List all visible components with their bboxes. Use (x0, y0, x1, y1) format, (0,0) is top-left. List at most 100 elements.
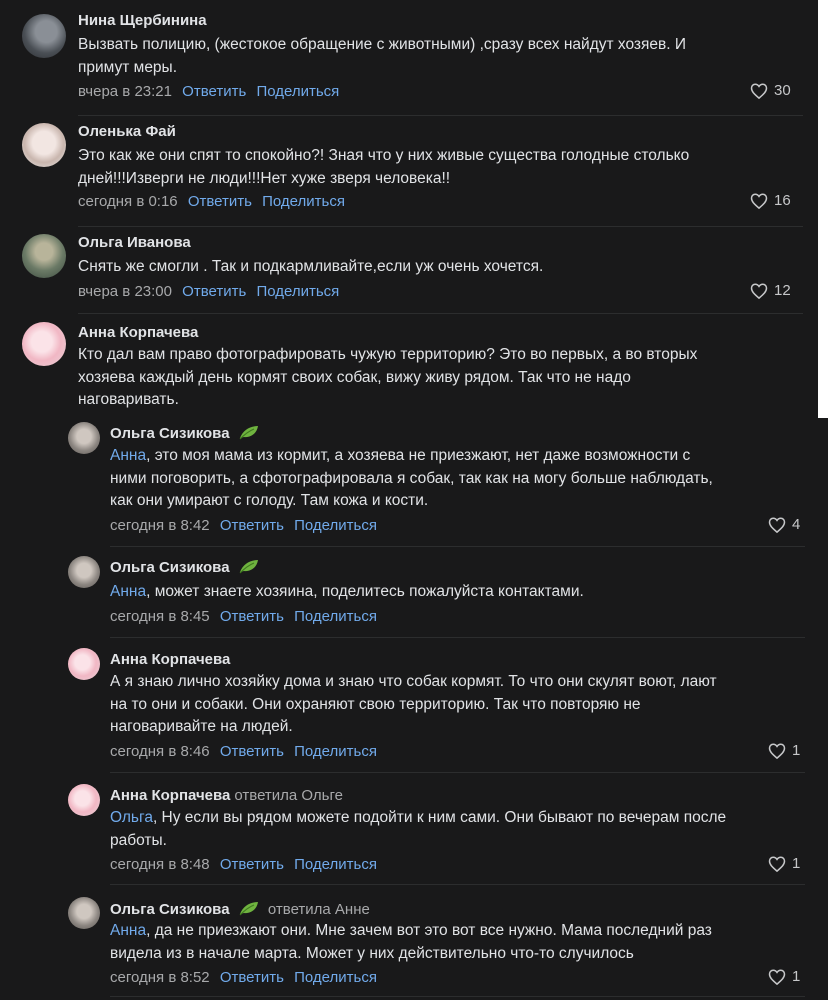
comment-author[interactable]: Ольга Иванова (78, 234, 191, 251)
avatar[interactable] (22, 123, 66, 167)
reply-meta: сегодня в 8:48 Ответить Поделиться (110, 856, 377, 873)
share-button[interactable]: Поделиться (294, 856, 377, 873)
reply-author[interactable]: Ольга Сизикова ответила Анне (110, 900, 370, 918)
reply-button[interactable]: Ответить (220, 608, 284, 625)
mention-link[interactable]: Анна (110, 583, 146, 600)
avatar[interactable] (22, 234, 66, 278)
heart-icon (768, 968, 786, 985)
like-button[interactable]: 1 (768, 968, 800, 985)
comment-text: Это как же они спят то спокойно?! Зная ч… (78, 145, 798, 190)
reply-button[interactable]: Ответить (220, 856, 284, 873)
like-count: 4 (792, 516, 801, 533)
comment-meta: сегодня в 0:16 Ответить Поделиться (78, 193, 345, 210)
comment: Оленька Фай Это как же они спят то споко… (22, 121, 802, 221)
like-button[interactable]: 16 (750, 192, 791, 209)
reply-author[interactable]: Анна Корпачева (110, 651, 230, 668)
divider (78, 313, 803, 314)
reply-text: Анна, да не приезжают они. Мне зачем вот… (110, 920, 810, 965)
reply-author[interactable]: Ольга Сизикова (110, 424, 260, 442)
reply-author-name[interactable]: Ольга Сизикова (110, 901, 230, 918)
leaf-icon (239, 560, 258, 574)
leaf-icon (239, 426, 258, 440)
reply-author-name[interactable]: Анна Корпачева (110, 787, 230, 804)
heart-icon (768, 855, 786, 872)
like-button[interactable]: 1 (768, 742, 800, 759)
reply-text-line: как они умирают с голоду. Там кожа и кос… (110, 492, 429, 509)
heart-icon (750, 82, 768, 99)
reply-button[interactable]: Ответить (182, 83, 246, 100)
reply-meta: сегодня в 8:42 Ответить Поделиться (110, 517, 377, 534)
reply-text: А я знаю лично хозяйку дома и знаю что с… (110, 671, 810, 739)
like-button[interactable]: 12 (750, 282, 791, 299)
reply-text-line: , это моя мама из кормит, а хозяева не п… (146, 447, 691, 464)
reply-time[interactable]: сегодня в 8:45 (110, 608, 210, 625)
comment-text: Снять же смогли . Так и подкармливайте,е… (78, 256, 798, 279)
avatar[interactable] (68, 648, 100, 680)
mention-link[interactable]: Анна (110, 922, 146, 939)
comment: Ольга Иванова Снять же смогли . Так и по… (22, 232, 802, 312)
comment-text-line: Вызвать полицию, (жестокое обращение с ж… (78, 36, 687, 53)
like-count: 16 (774, 192, 791, 209)
reply-meta: сегодня в 8:52 Ответить Поделиться (110, 969, 377, 986)
page-edge-strip (818, 0, 828, 418)
share-button[interactable]: Поделиться (256, 83, 339, 100)
like-button[interactable]: 1 (768, 855, 800, 872)
avatar[interactable] (22, 14, 66, 58)
mention-link[interactable]: Анна (110, 447, 146, 464)
reply-text-line: , да не приезжают они. Мне зачем вот это… (146, 922, 712, 939)
comment-time[interactable]: сегодня в 0:16 (78, 193, 178, 210)
reply-button[interactable]: Ответить (220, 743, 284, 760)
like-button[interactable]: 30 (750, 82, 791, 99)
heart-icon (768, 516, 786, 533)
comment-author[interactable]: Анна Корпачева (78, 324, 198, 341)
share-button[interactable]: Поделиться (294, 517, 377, 534)
comment-text-line: Кто дал вам право фотографировать чужую … (78, 346, 698, 363)
reply-text-line: , может знаете хозяина, поделитесь пожал… (146, 583, 584, 600)
reply-button[interactable]: Ответить (220, 517, 284, 534)
avatar[interactable] (68, 784, 100, 816)
reply-button[interactable]: Ответить (220, 969, 284, 986)
replied-to-label[interactable]: ответила Анне (268, 901, 370, 918)
share-button[interactable]: Поделиться (294, 608, 377, 625)
like-count: 1 (792, 968, 801, 985)
comment-text: Вызвать полицию, (жестокое обращение с ж… (78, 34, 798, 79)
reply-author-name[interactable]: Ольга Сизикова (110, 559, 230, 576)
comment-author[interactable]: Нина Щербинина (78, 12, 207, 29)
reply-time[interactable]: сегодня в 8:42 (110, 517, 210, 534)
mention-link[interactable]: Ольга (110, 809, 153, 826)
reply: Анна Корпачева А я знаю лично хозяйку до… (68, 648, 808, 760)
reply-button[interactable]: Ответить (188, 193, 252, 210)
reply-text-line: , Ну если вы рядом можете подойти к ним … (152, 809, 727, 826)
comment-author[interactable]: Оленька Фай (78, 123, 176, 140)
divider (110, 996, 805, 997)
heart-icon (750, 282, 768, 299)
reply-author-name[interactable]: Ольга Сизикова (110, 425, 230, 442)
reply: Ольга Сизикова ответила Анне Анна, да не… (68, 897, 808, 997)
reply-time[interactable]: сегодня в 8:46 (110, 743, 210, 760)
comment-meta: вчера в 23:21 Ответить Поделиться (78, 83, 339, 100)
reply-author-name[interactable]: Анна Корпачева (110, 651, 230, 668)
reply-time[interactable]: сегодня в 8:48 (110, 856, 210, 873)
share-button[interactable]: Поделиться (256, 283, 339, 300)
reply-text-line: работы. (110, 831, 167, 849)
avatar[interactable] (68, 422, 100, 454)
avatar[interactable] (68, 556, 100, 588)
comment: Анна Корпачева Кто дал вам право фотогра… (22, 322, 802, 412)
replied-to-label[interactable]: ответила Ольге (234, 787, 343, 804)
share-button[interactable]: Поделиться (262, 193, 345, 210)
reply-time[interactable]: сегодня в 8:52 (110, 969, 210, 986)
comment-time[interactable]: вчера в 23:00 (78, 283, 172, 300)
leaf-icon (239, 902, 258, 916)
comment-text-line: Снять же смогли . Так и подкармливайте,е… (78, 258, 544, 275)
like-count: 1 (792, 855, 801, 872)
share-button[interactable]: Поделиться (294, 969, 377, 986)
heart-icon (750, 192, 768, 209)
reply-author[interactable]: Ольга Сизикова (110, 558, 260, 576)
reply-author[interactable]: Анна Корпачева ответила Ольге (110, 787, 343, 804)
share-button[interactable]: Поделиться (294, 743, 377, 760)
comment-time[interactable]: вчера в 23:21 (78, 83, 172, 100)
like-button[interactable]: 4 (768, 516, 800, 533)
avatar[interactable] (68, 897, 100, 929)
reply-button[interactable]: Ответить (182, 283, 246, 300)
avatar[interactable] (22, 322, 66, 366)
